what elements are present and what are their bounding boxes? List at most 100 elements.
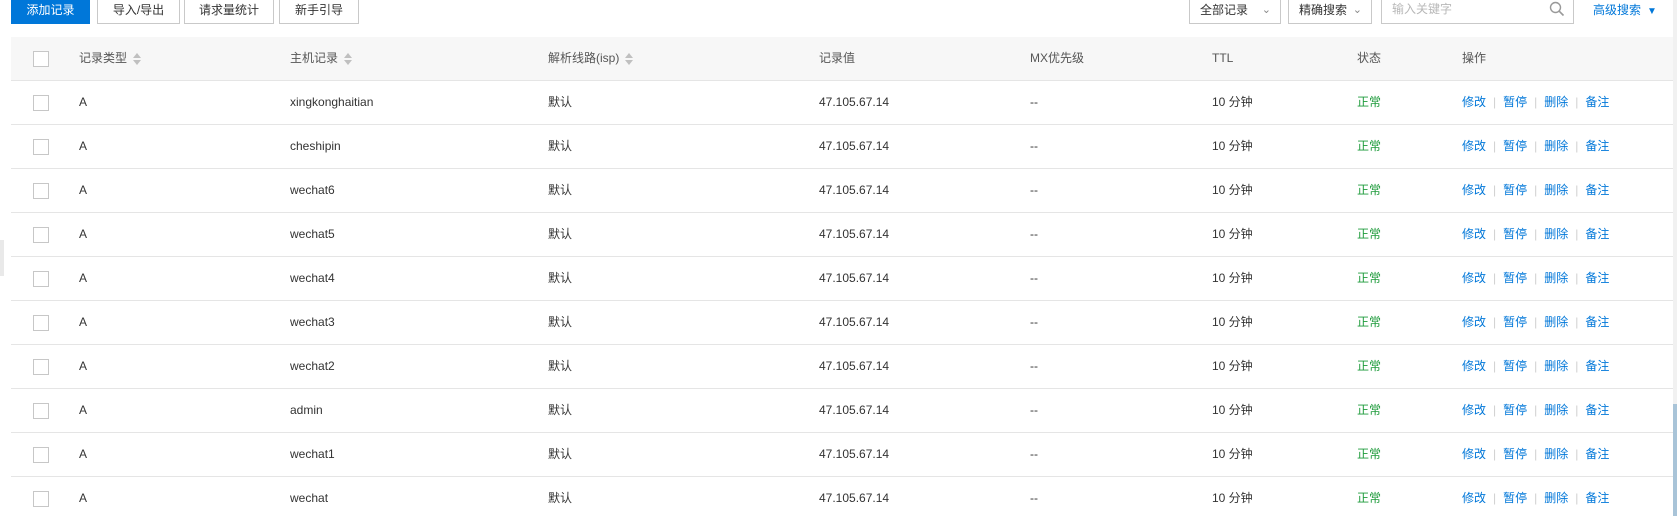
row-checkbox[interactable] xyxy=(33,95,49,111)
edit-link[interactable]: 修改 xyxy=(1462,227,1486,241)
row-checkbox[interactable] xyxy=(33,315,49,331)
delete-link[interactable]: 删除 xyxy=(1544,359,1568,373)
remark-link[interactable]: 备注 xyxy=(1585,403,1609,417)
row-checkbox[interactable] xyxy=(33,227,49,243)
delete-link[interactable]: 删除 xyxy=(1544,227,1568,241)
search-mode-dropdown[interactable]: 精确搜索 ⌄ xyxy=(1288,0,1372,24)
mx-priority-cell: -- xyxy=(1030,271,1038,285)
row-checkbox[interactable] xyxy=(33,447,49,463)
row-checkbox[interactable] xyxy=(33,183,49,199)
add-record-button[interactable]: 添加记录 xyxy=(11,0,90,24)
remark-link[interactable]: 备注 xyxy=(1585,359,1609,373)
status-cell: 正常 xyxy=(1357,139,1382,153)
edit-link[interactable]: 修改 xyxy=(1462,359,1486,373)
ttl-cell: 10 分钟 xyxy=(1212,183,1253,197)
action-separator: | xyxy=(1575,491,1579,505)
edit-link[interactable]: 修改 xyxy=(1462,491,1486,505)
action-separator: | xyxy=(1534,139,1538,153)
delete-link[interactable]: 删除 xyxy=(1544,271,1568,285)
pause-link[interactable]: 暂停 xyxy=(1503,315,1527,329)
status-cell: 正常 xyxy=(1357,447,1382,461)
edit-link[interactable]: 修改 xyxy=(1462,183,1486,197)
edit-link[interactable]: 修改 xyxy=(1462,139,1486,153)
remark-link[interactable]: 备注 xyxy=(1585,447,1609,461)
edit-link[interactable]: 修改 xyxy=(1462,447,1486,461)
delete-link[interactable]: 删除 xyxy=(1544,491,1568,505)
search-icon[interactable] xyxy=(1549,1,1565,17)
table-row: Awechat 默认 47.105.67.14 -- 10 分钟 正常 修改 | 暂停 | 删除 | 备… xyxy=(11,477,1677,516)
remark-link[interactable]: 备注 xyxy=(1585,271,1609,285)
action-separator: | xyxy=(1575,447,1579,461)
action-separator: | xyxy=(1493,447,1497,461)
select-all-checkbox[interactable] xyxy=(33,51,49,67)
delete-link[interactable]: 删除 xyxy=(1544,95,1568,109)
record-value-cell: 47.105.67.14 xyxy=(819,139,890,153)
status-cell: 正常 xyxy=(1357,271,1382,285)
edit-link[interactable]: 修改 xyxy=(1462,315,1486,329)
record-value-cell: 47.105.67.14 xyxy=(819,271,890,285)
pause-link[interactable]: 暂停 xyxy=(1503,403,1527,417)
action-separator: | xyxy=(1534,95,1538,109)
dns-records-table: 记录类型 主机记录 解析线路(isp) 记录值 MX优先级 TTL 状态 操作 … xyxy=(11,37,1677,516)
header-resolution-line[interactable]: 解析线路(isp) xyxy=(548,37,634,80)
search-input[interactable] xyxy=(1382,0,1542,23)
pause-link[interactable]: 暂停 xyxy=(1503,271,1527,285)
advanced-search-link[interactable]: 高级搜索 ▼ xyxy=(1593,1,1657,18)
pause-link[interactable]: 暂停 xyxy=(1503,139,1527,153)
record-type-cell: A xyxy=(79,359,88,373)
record-type-cell: A xyxy=(79,139,88,153)
header-record-type-label: 记录类型 xyxy=(79,51,128,65)
header-host-record[interactable]: 主机记录 xyxy=(290,37,353,80)
remark-link[interactable]: 备注 xyxy=(1585,227,1609,241)
header-record-type[interactable]: 记录类型 xyxy=(79,37,142,80)
record-filter-dropdown[interactable]: 全部记录 ⌄ xyxy=(1189,0,1281,24)
action-separator: | xyxy=(1493,491,1497,505)
pause-link[interactable]: 暂停 xyxy=(1503,95,1527,109)
pause-link[interactable]: 暂停 xyxy=(1503,447,1527,461)
pause-link[interactable]: 暂停 xyxy=(1503,183,1527,197)
host-record-cell: wechat xyxy=(290,491,329,505)
search-box xyxy=(1381,0,1574,24)
remark-link[interactable]: 备注 xyxy=(1585,491,1609,505)
remark-link[interactable]: 备注 xyxy=(1585,139,1609,153)
row-checkbox[interactable] xyxy=(33,359,49,375)
resolution-line-cell: 默认 xyxy=(548,403,573,417)
delete-link[interactable]: 删除 xyxy=(1544,315,1568,329)
edit-link[interactable]: 修改 xyxy=(1462,271,1486,285)
host-record-cell: xingkonghaitian xyxy=(290,95,374,109)
action-separator: | xyxy=(1493,403,1497,417)
remark-link[interactable]: 备注 xyxy=(1585,183,1609,197)
scrollbar-thumb[interactable] xyxy=(1673,404,1677,516)
status-cell: 正常 xyxy=(1357,315,1382,329)
host-record-cell: admin xyxy=(290,403,323,417)
edit-link[interactable]: 修改 xyxy=(1462,403,1486,417)
action-separator: | xyxy=(1493,315,1497,329)
delete-link[interactable]: 删除 xyxy=(1544,447,1568,461)
search-mode-label: 精确搜索 xyxy=(1299,3,1348,17)
host-record-cell: cheshipin xyxy=(290,139,341,153)
remark-link[interactable]: 备注 xyxy=(1585,315,1609,329)
row-checkbox[interactable] xyxy=(33,271,49,287)
side-collapse-handle[interactable] xyxy=(0,240,4,276)
new-user-guide-button[interactable]: 新手引导 xyxy=(279,0,359,24)
pause-link[interactable]: 暂停 xyxy=(1503,491,1527,505)
record-value-cell: 47.105.67.14 xyxy=(819,491,890,505)
delete-link[interactable]: 删除 xyxy=(1544,183,1568,197)
edit-link[interactable]: 修改 xyxy=(1462,95,1486,109)
pause-link[interactable]: 暂停 xyxy=(1503,227,1527,241)
row-checkbox[interactable] xyxy=(33,491,49,507)
ttl-cell: 10 分钟 xyxy=(1212,315,1253,329)
delete-link[interactable]: 删除 xyxy=(1544,139,1568,153)
action-separator: | xyxy=(1493,271,1497,285)
action-separator: | xyxy=(1493,95,1497,109)
row-checkbox[interactable] xyxy=(33,403,49,419)
delete-link[interactable]: 删除 xyxy=(1544,403,1568,417)
request-stats-button[interactable]: 请求量统计 xyxy=(184,0,274,24)
pause-link[interactable]: 暂停 xyxy=(1503,359,1527,373)
import-export-button[interactable]: 导入/导出 xyxy=(97,0,180,24)
row-actions: 修改 | 暂停 | 删除 | 备注 xyxy=(1462,433,1609,476)
chevron-down-icon: ⌄ xyxy=(1261,4,1271,16)
row-checkbox[interactable] xyxy=(33,139,49,155)
ttl-cell: 10 分钟 xyxy=(1212,139,1253,153)
remark-link[interactable]: 备注 xyxy=(1585,95,1609,109)
